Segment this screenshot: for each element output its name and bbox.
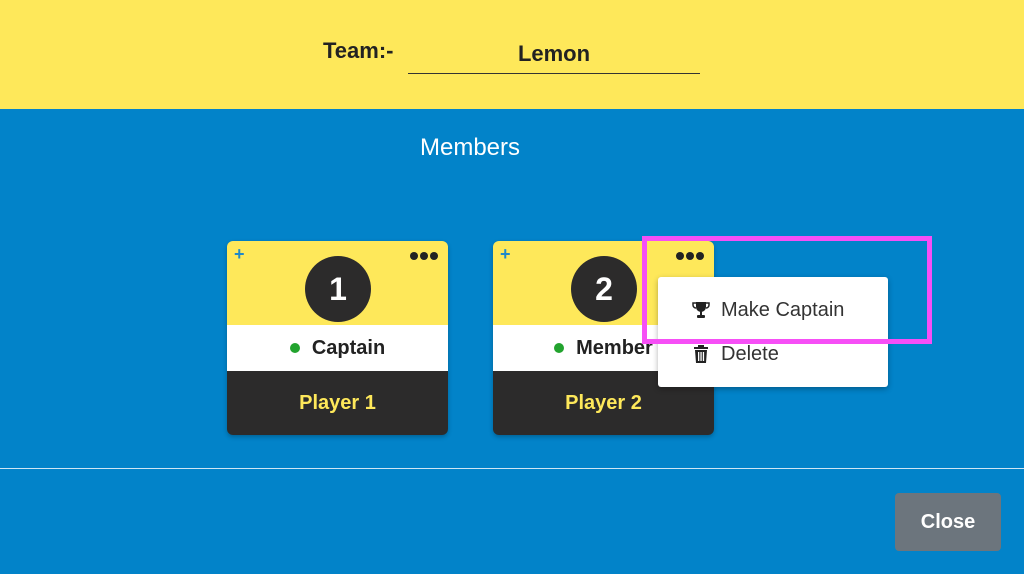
make-captain-menu-item[interactable]: Make Captain (658, 288, 888, 332)
status-dot-icon (289, 343, 300, 353)
more-options-icon[interactable] (408, 243, 438, 266)
role-label: Captain (311, 336, 386, 359)
member-card-1: + 1 Captain Player 1 (227, 241, 448, 435)
close-button[interactable]: Close (895, 493, 1001, 551)
team-header: Team:- (0, 0, 1024, 109)
player-name: Player 1 (227, 371, 448, 435)
delete-label: Delete (721, 342, 779, 365)
trophy-icon (691, 300, 711, 320)
make-captain-label: Make Captain (721, 298, 845, 321)
player-number-badge: 2 (571, 256, 637, 322)
divider (0, 468, 1024, 469)
more-options-icon[interactable] (674, 243, 704, 266)
player-role: Captain (227, 325, 448, 371)
team-label: Team:- (323, 38, 394, 63)
role-label: Member (576, 336, 653, 359)
status-dot-icon (554, 343, 565, 353)
player-options-menu: Make Captain Delete (658, 277, 888, 387)
plus-icon[interactable]: + (500, 244, 511, 265)
delete-menu-item[interactable]: Delete (658, 332, 888, 376)
team-name-input[interactable] (408, 34, 700, 74)
card-top: + 1 (227, 241, 448, 325)
player-number-badge: 1 (305, 256, 371, 322)
trash-icon (691, 344, 711, 364)
plus-icon[interactable]: + (234, 244, 245, 265)
members-title: Members (419, 134, 521, 161)
